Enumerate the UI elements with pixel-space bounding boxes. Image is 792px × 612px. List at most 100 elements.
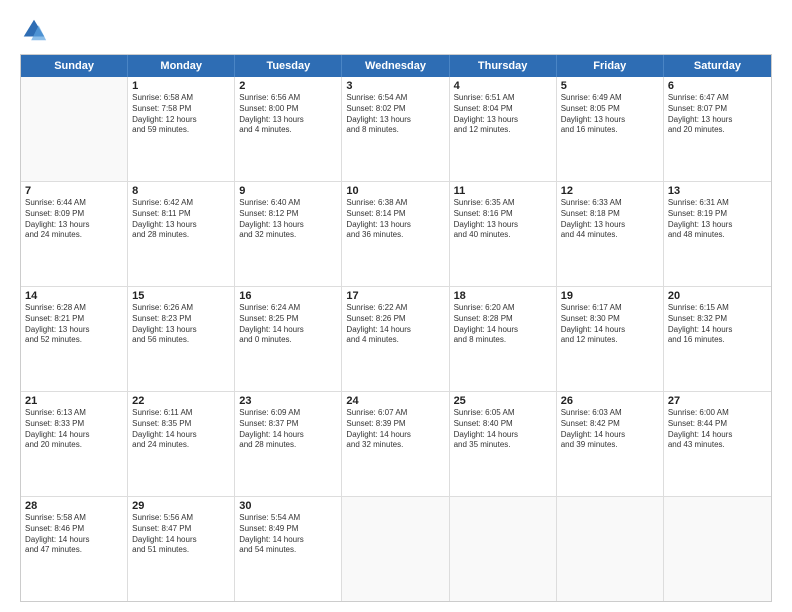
calendar-cell (21, 77, 128, 181)
day-number: 30 (239, 500, 337, 512)
day-info: Sunrise: 6:44 AM Sunset: 8:09 PM Dayligh… (25, 198, 123, 241)
calendar-row-3: 14Sunrise: 6:28 AM Sunset: 8:21 PM Dayli… (21, 286, 771, 391)
calendar-cell: 17Sunrise: 6:22 AM Sunset: 8:26 PM Dayli… (342, 287, 449, 391)
day-number: 19 (561, 290, 659, 302)
calendar-cell: 4Sunrise: 6:51 AM Sunset: 8:04 PM Daylig… (450, 77, 557, 181)
calendar-body: 1Sunrise: 6:58 AM Sunset: 7:58 PM Daylig… (21, 77, 771, 601)
day-info: Sunrise: 6:26 AM Sunset: 8:23 PM Dayligh… (132, 303, 230, 346)
day-number: 28 (25, 500, 123, 512)
day-number: 17 (346, 290, 444, 302)
day-info: Sunrise: 6:15 AM Sunset: 8:32 PM Dayligh… (668, 303, 767, 346)
day-number: 24 (346, 395, 444, 407)
day-number: 23 (239, 395, 337, 407)
day-number: 27 (668, 395, 767, 407)
calendar-cell: 19Sunrise: 6:17 AM Sunset: 8:30 PM Dayli… (557, 287, 664, 391)
day-info: Sunrise: 5:56 AM Sunset: 8:47 PM Dayligh… (132, 513, 230, 556)
day-number: 8 (132, 185, 230, 197)
day-number: 15 (132, 290, 230, 302)
day-info: Sunrise: 6:54 AM Sunset: 8:02 PM Dayligh… (346, 93, 444, 136)
day-info: Sunrise: 6:49 AM Sunset: 8:05 PM Dayligh… (561, 93, 659, 136)
calendar-cell: 26Sunrise: 6:03 AM Sunset: 8:42 PM Dayli… (557, 392, 664, 496)
day-info: Sunrise: 6:51 AM Sunset: 8:04 PM Dayligh… (454, 93, 552, 136)
day-info: Sunrise: 6:40 AM Sunset: 8:12 PM Dayligh… (239, 198, 337, 241)
calendar-cell: 30Sunrise: 5:54 AM Sunset: 8:49 PM Dayli… (235, 497, 342, 601)
calendar-cell (342, 497, 449, 601)
header-day-friday: Friday (557, 55, 664, 77)
calendar-row-2: 7Sunrise: 6:44 AM Sunset: 8:09 PM Daylig… (21, 181, 771, 286)
calendar-cell: 11Sunrise: 6:35 AM Sunset: 8:16 PM Dayli… (450, 182, 557, 286)
day-number: 2 (239, 80, 337, 92)
day-number: 20 (668, 290, 767, 302)
day-number: 3 (346, 80, 444, 92)
day-number: 12 (561, 185, 659, 197)
day-info: Sunrise: 6:33 AM Sunset: 8:18 PM Dayligh… (561, 198, 659, 241)
calendar-row-1: 1Sunrise: 6:58 AM Sunset: 7:58 PM Daylig… (21, 77, 771, 181)
logo (20, 16, 52, 44)
day-number: 13 (668, 185, 767, 197)
day-number: 26 (561, 395, 659, 407)
logo-icon (20, 16, 48, 44)
calendar-cell: 27Sunrise: 6:00 AM Sunset: 8:44 PM Dayli… (664, 392, 771, 496)
day-number: 21 (25, 395, 123, 407)
calendar-cell: 13Sunrise: 6:31 AM Sunset: 8:19 PM Dayli… (664, 182, 771, 286)
day-info: Sunrise: 6:42 AM Sunset: 8:11 PM Dayligh… (132, 198, 230, 241)
calendar-cell: 24Sunrise: 6:07 AM Sunset: 8:39 PM Dayli… (342, 392, 449, 496)
calendar-row-4: 21Sunrise: 6:13 AM Sunset: 8:33 PM Dayli… (21, 391, 771, 496)
calendar-cell: 10Sunrise: 6:38 AM Sunset: 8:14 PM Dayli… (342, 182, 449, 286)
calendar-cell: 20Sunrise: 6:15 AM Sunset: 8:32 PM Dayli… (664, 287, 771, 391)
day-info: Sunrise: 6:00 AM Sunset: 8:44 PM Dayligh… (668, 408, 767, 451)
day-info: Sunrise: 6:35 AM Sunset: 8:16 PM Dayligh… (454, 198, 552, 241)
calendar-cell: 8Sunrise: 6:42 AM Sunset: 8:11 PM Daylig… (128, 182, 235, 286)
day-number: 1 (132, 80, 230, 92)
calendar-cell: 6Sunrise: 6:47 AM Sunset: 8:07 PM Daylig… (664, 77, 771, 181)
calendar-cell: 14Sunrise: 6:28 AM Sunset: 8:21 PM Dayli… (21, 287, 128, 391)
day-info: Sunrise: 6:31 AM Sunset: 8:19 PM Dayligh… (668, 198, 767, 241)
calendar-cell: 12Sunrise: 6:33 AM Sunset: 8:18 PM Dayli… (557, 182, 664, 286)
day-number: 4 (454, 80, 552, 92)
calendar-cell: 5Sunrise: 6:49 AM Sunset: 8:05 PM Daylig… (557, 77, 664, 181)
header-day-thursday: Thursday (450, 55, 557, 77)
calendar-cell (557, 497, 664, 601)
day-info: Sunrise: 6:20 AM Sunset: 8:28 PM Dayligh… (454, 303, 552, 346)
day-number: 29 (132, 500, 230, 512)
page: SundayMondayTuesdayWednesdayThursdayFrid… (0, 0, 792, 612)
calendar-row-5: 28Sunrise: 5:58 AM Sunset: 8:46 PM Dayli… (21, 496, 771, 601)
calendar-cell: 18Sunrise: 6:20 AM Sunset: 8:28 PM Dayli… (450, 287, 557, 391)
header (20, 16, 772, 44)
day-number: 22 (132, 395, 230, 407)
day-info: Sunrise: 6:09 AM Sunset: 8:37 PM Dayligh… (239, 408, 337, 451)
calendar-cell: 2Sunrise: 6:56 AM Sunset: 8:00 PM Daylig… (235, 77, 342, 181)
day-info: Sunrise: 5:58 AM Sunset: 8:46 PM Dayligh… (25, 513, 123, 556)
calendar-cell: 1Sunrise: 6:58 AM Sunset: 7:58 PM Daylig… (128, 77, 235, 181)
day-info: Sunrise: 6:22 AM Sunset: 8:26 PM Dayligh… (346, 303, 444, 346)
day-info: Sunrise: 6:47 AM Sunset: 8:07 PM Dayligh… (668, 93, 767, 136)
day-info: Sunrise: 5:54 AM Sunset: 8:49 PM Dayligh… (239, 513, 337, 556)
day-number: 9 (239, 185, 337, 197)
calendar-cell: 15Sunrise: 6:26 AM Sunset: 8:23 PM Dayli… (128, 287, 235, 391)
calendar-cell: 22Sunrise: 6:11 AM Sunset: 8:35 PM Dayli… (128, 392, 235, 496)
day-info: Sunrise: 6:17 AM Sunset: 8:30 PM Dayligh… (561, 303, 659, 346)
day-info: Sunrise: 6:11 AM Sunset: 8:35 PM Dayligh… (132, 408, 230, 451)
day-number: 11 (454, 185, 552, 197)
day-info: Sunrise: 6:58 AM Sunset: 7:58 PM Dayligh… (132, 93, 230, 136)
calendar-cell: 28Sunrise: 5:58 AM Sunset: 8:46 PM Dayli… (21, 497, 128, 601)
calendar-header: SundayMondayTuesdayWednesdayThursdayFrid… (21, 55, 771, 77)
day-number: 14 (25, 290, 123, 302)
day-number: 6 (668, 80, 767, 92)
day-number: 10 (346, 185, 444, 197)
header-day-wednesday: Wednesday (342, 55, 449, 77)
day-info: Sunrise: 6:13 AM Sunset: 8:33 PM Dayligh… (25, 408, 123, 451)
day-info: Sunrise: 6:38 AM Sunset: 8:14 PM Dayligh… (346, 198, 444, 241)
day-number: 25 (454, 395, 552, 407)
calendar-cell: 7Sunrise: 6:44 AM Sunset: 8:09 PM Daylig… (21, 182, 128, 286)
calendar-cell: 21Sunrise: 6:13 AM Sunset: 8:33 PM Dayli… (21, 392, 128, 496)
calendar-cell: 23Sunrise: 6:09 AM Sunset: 8:37 PM Dayli… (235, 392, 342, 496)
header-day-tuesday: Tuesday (235, 55, 342, 77)
day-number: 18 (454, 290, 552, 302)
day-number: 7 (25, 185, 123, 197)
day-info: Sunrise: 6:05 AM Sunset: 8:40 PM Dayligh… (454, 408, 552, 451)
day-info: Sunrise: 6:28 AM Sunset: 8:21 PM Dayligh… (25, 303, 123, 346)
day-info: Sunrise: 6:03 AM Sunset: 8:42 PM Dayligh… (561, 408, 659, 451)
calendar-cell: 16Sunrise: 6:24 AM Sunset: 8:25 PM Dayli… (235, 287, 342, 391)
calendar-cell (664, 497, 771, 601)
